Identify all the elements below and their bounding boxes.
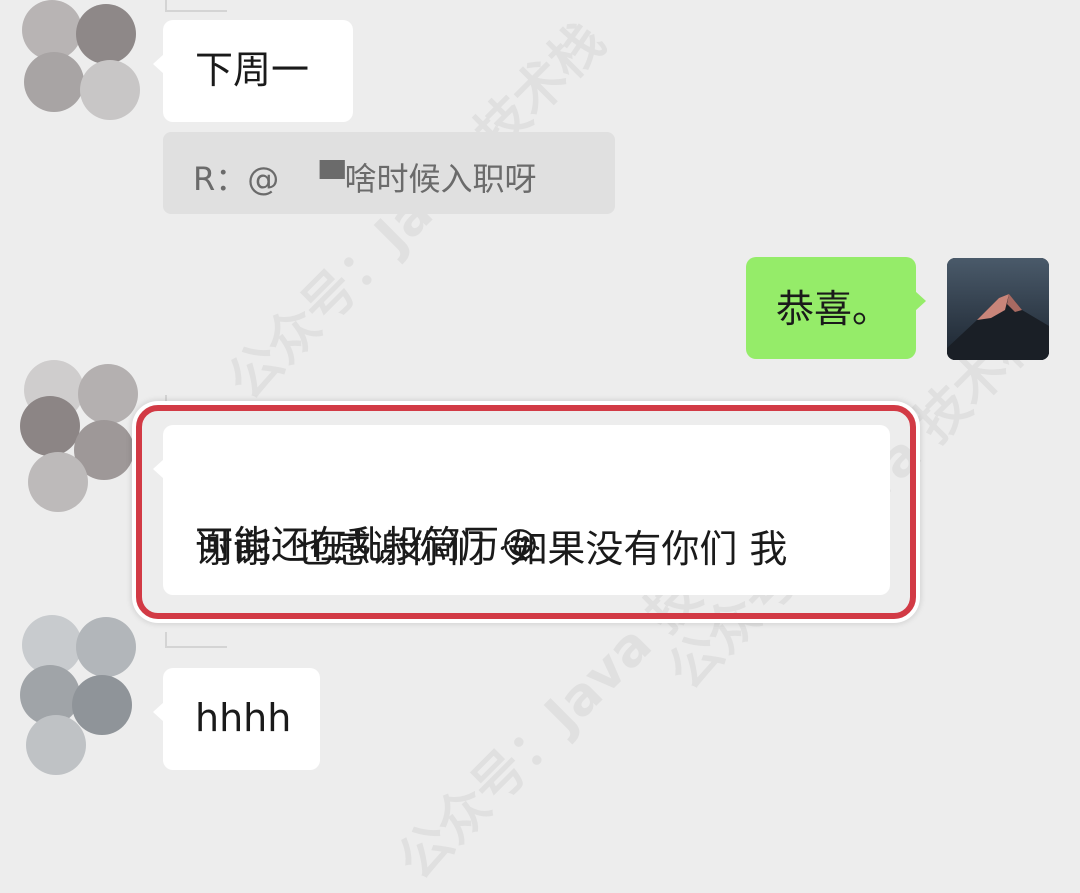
sender-name-stub (165, 632, 227, 648)
message-text: 恭喜。 (776, 287, 891, 331)
sent-message-bubble[interactable]: 恭喜。 (746, 257, 926, 359)
message-bubble[interactable]: 下周一 (153, 20, 353, 122)
message-text: 下周一 (195, 48, 310, 92)
blurred-avatar[interactable] (14, 615, 140, 775)
mountain-avatar-icon[interactable] (947, 258, 1049, 360)
blurred-avatar[interactable] (14, 0, 140, 150)
message-text: hhhh (195, 696, 292, 740)
message-bubble[interactable]: hhhh (153, 668, 320, 770)
mountain-image (947, 258, 1049, 360)
highlight-annotation-frame (136, 405, 916, 619)
quote-text: R：@ ▀啥时候入职呀 (193, 160, 537, 198)
sender-name-stub (165, 0, 227, 12)
blurred-avatar[interactable] (14, 360, 140, 512)
quoted-reply[interactable]: R：@ ▀啥时候入职呀 (163, 132, 615, 214)
